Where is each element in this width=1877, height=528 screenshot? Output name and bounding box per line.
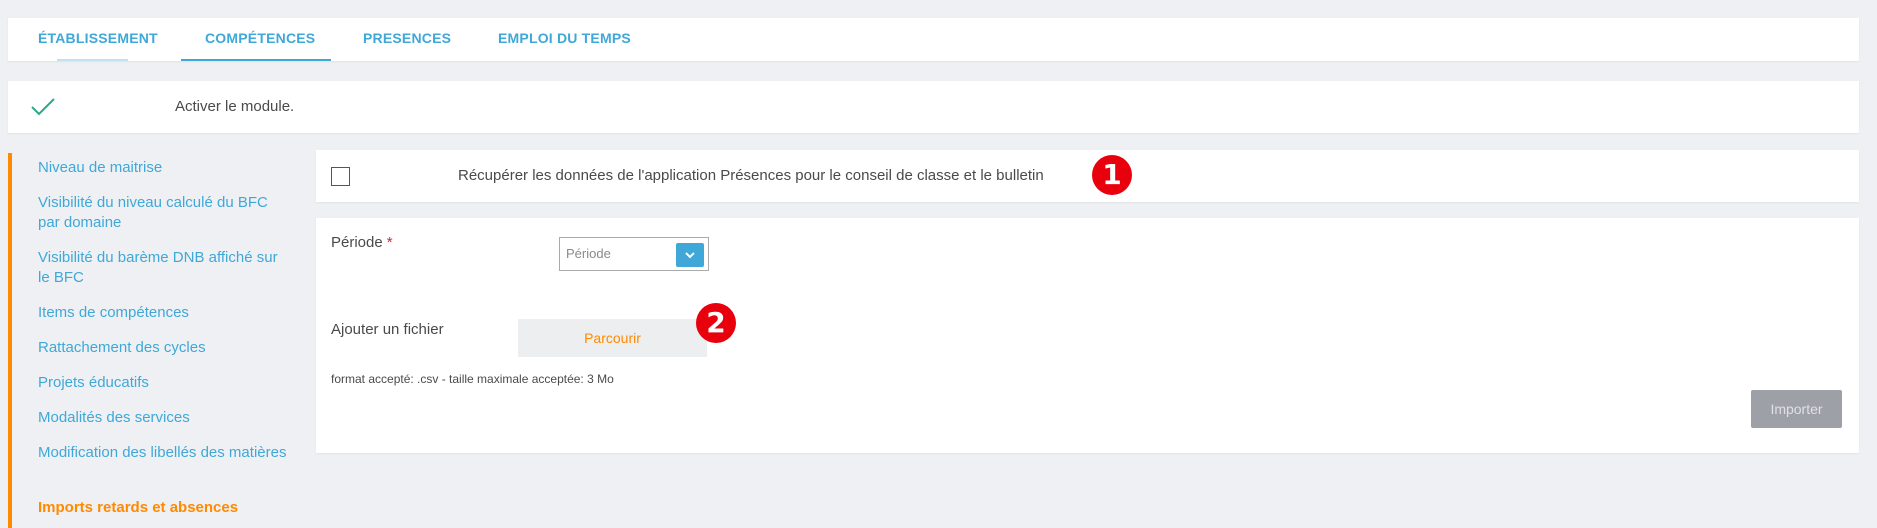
activate-module-label: Activer le module.	[175, 98, 295, 115]
periode-select-value: Période	[566, 246, 611, 261]
tab-competences-underline	[181, 59, 331, 61]
periode-label-text: Période	[331, 234, 383, 251]
periode-label: Période *	[331, 234, 393, 251]
tab-presences-label: PRESENCES	[363, 30, 452, 46]
tab-emploi-du-temps[interactable]: EMPLOI DU TEMPS	[498, 18, 631, 61]
file-label: Ajouter un fichier	[331, 321, 444, 338]
tab-etablissement-label: ÉTABLISSEMENT	[38, 30, 158, 46]
checkmark-icon[interactable]	[30, 97, 56, 117]
sidebar-item-rattachement-cycles[interactable]: Rattachement des cycles	[38, 338, 288, 358]
import-button[interactable]: Importer	[1751, 390, 1842, 428]
sidebar-item-items-competences[interactable]: Items de compétences	[38, 303, 288, 323]
annotation-marker-2: 2	[696, 303, 736, 343]
tab-presences[interactable]: PRESENCES	[363, 18, 451, 61]
top-tabs: ÉTABLISSEMENT COMPÉTENCES PRESENCES EMPL…	[8, 18, 1859, 61]
presences-checkbox[interactable]	[331, 167, 350, 186]
chevron-down-icon[interactable]	[676, 243, 704, 267]
tab-competences-label: COMPÉTENCES	[205, 30, 316, 46]
tab-emploi-du-temps-label: EMPLOI DU TEMPS	[498, 30, 631, 46]
sidebar-item-imports-retards[interactable]: Imports retards et absences	[38, 498, 288, 518]
required-mark: *	[386, 234, 393, 251]
browse-button[interactable]: Parcourir	[518, 319, 707, 357]
sidebar-item-modalites-services[interactable]: Modalités des services	[38, 408, 288, 428]
annotation-marker-1: 1	[1092, 155, 1132, 195]
sidebar-item-visibilite-dnb[interactable]: Visibilité du barème DNB affiché sur le …	[38, 248, 288, 288]
format-note: format accepté: .csv - taille maximale a…	[331, 372, 614, 386]
sidebar-item-modification-libelles[interactable]: Modification des libellés des matières	[38, 443, 288, 463]
tab-etablissement[interactable]: ÉTABLISSEMENT	[38, 18, 158, 61]
sidebar-accent-bar	[8, 153, 12, 528]
sidebar-item-projets-educatifs[interactable]: Projets éducatifs	[38, 373, 288, 393]
tab-etablissement-underline	[57, 59, 128, 61]
sidebar-item-visibilite-bfc[interactable]: Visibilité du niveau calculé du BFC par …	[38, 193, 288, 233]
tab-competences[interactable]: COMPÉTENCES	[181, 18, 331, 61]
activate-module-bar: Activer le module.	[8, 81, 1859, 133]
presences-option-panel: Récupérer les données de l'application P…	[316, 150, 1859, 202]
import-panel: Période * Période Ajouter un fichier Parc…	[316, 218, 1859, 453]
presences-checkbox-label: Récupérer les données de l'application P…	[458, 167, 1044, 184]
sidebar-item-niveau-maitrise[interactable]: Niveau de maitrise	[38, 158, 288, 178]
periode-select[interactable]: Période	[559, 237, 709, 271]
